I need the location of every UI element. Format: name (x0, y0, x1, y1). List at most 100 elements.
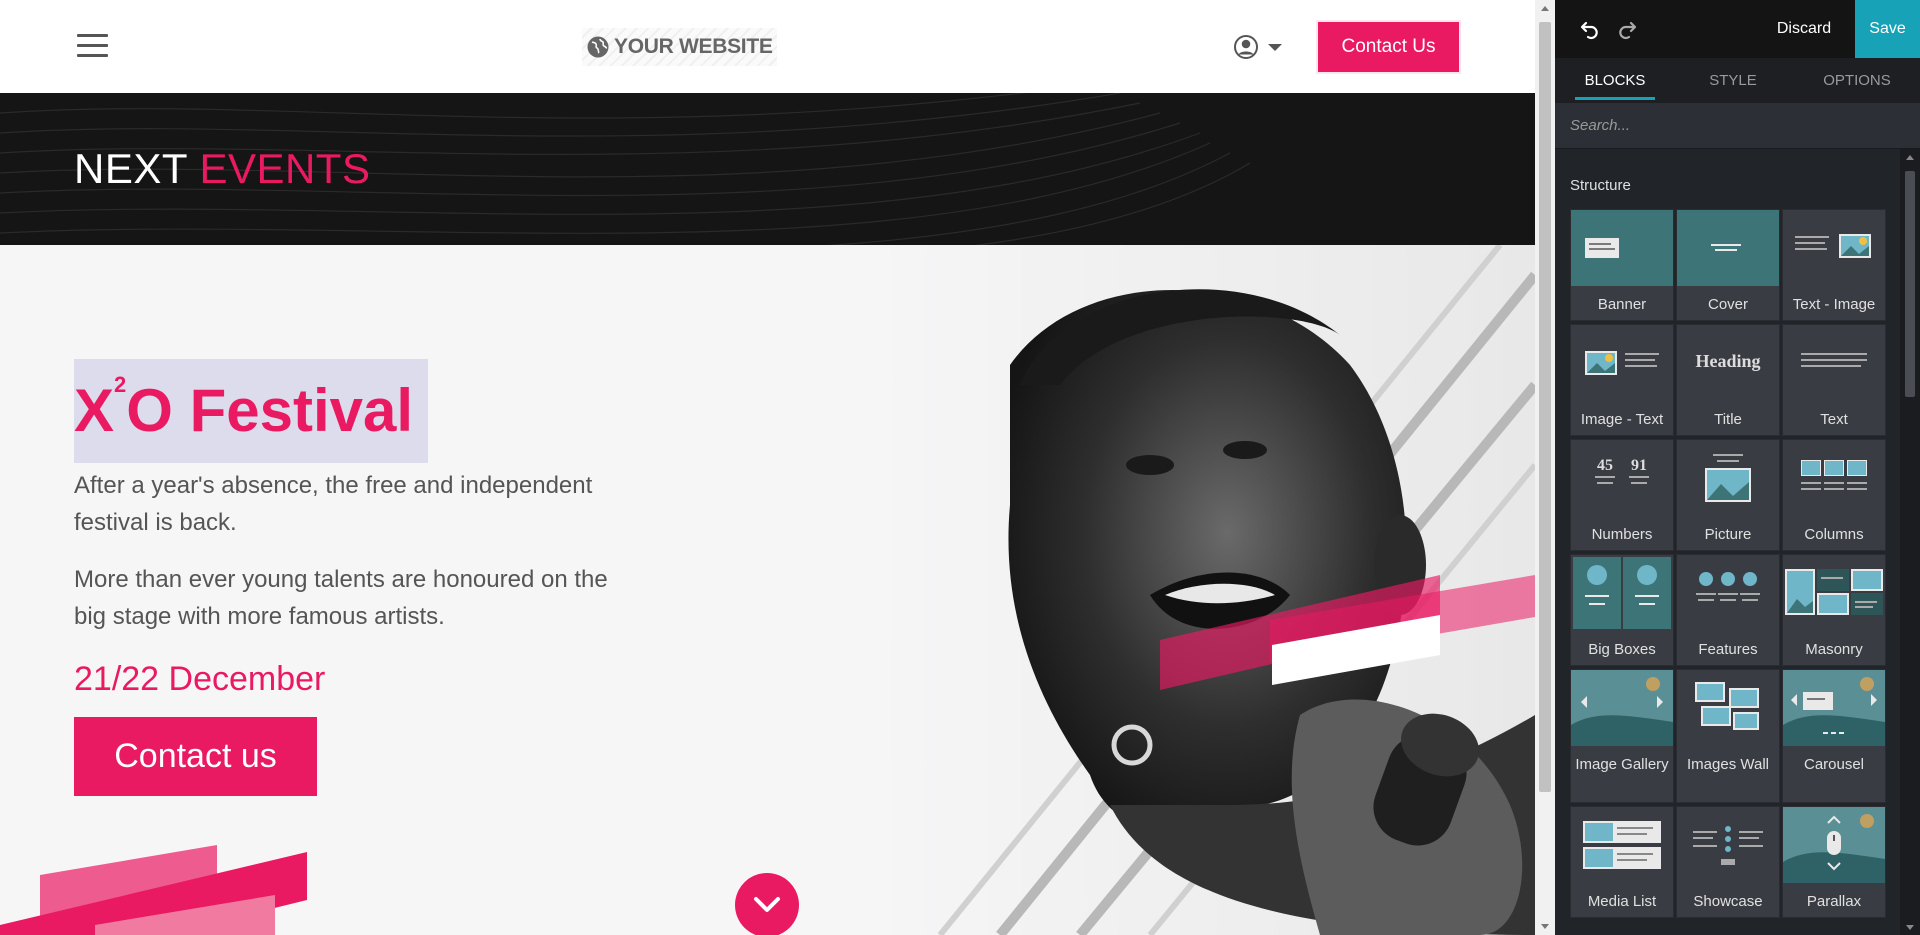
hero-paragraph-2: More than ever young talents are honoure… (74, 566, 608, 630)
text-image-icon (1783, 210, 1885, 286)
hero-title[interactable]: X2O Festival (74, 359, 428, 463)
website-scrollbar[interactable] (1535, 0, 1555, 935)
block-label: Images Wall (1687, 756, 1769, 773)
showcase-icon (1677, 807, 1779, 883)
title-thumb-text: Heading (1695, 351, 1760, 371)
scroll-up-arrow-icon[interactable] (1541, 6, 1549, 11)
hero-section: X2O Festival After a year's absence, the… (0, 245, 1535, 935)
block-label: Parallax (1806, 893, 1862, 910)
block-title[interactable]: Heading Title (1676, 324, 1780, 436)
columns-icon (1783, 440, 1885, 516)
block-parallax[interactable]: Parallax (1782, 806, 1886, 918)
block-label: Showcase (1693, 893, 1763, 910)
panel-scroll-up-icon[interactable] (1906, 155, 1914, 160)
save-button[interactable]: Save (1855, 0, 1920, 58)
panel-scrollbar[interactable] (1900, 149, 1920, 935)
features-icon (1677, 555, 1779, 631)
block-label: Numbers (1591, 526, 1653, 543)
image-gallery-icon (1571, 670, 1673, 746)
hero-paragraph-1: After a year's absence, the free and ind… (74, 472, 593, 536)
undo-icon[interactable] (1578, 17, 1602, 41)
block-image-gallery[interactable]: Image Gallery (1570, 669, 1674, 803)
chevron-down-icon (754, 897, 780, 912)
media-list-icon (1571, 807, 1673, 883)
block-label: Masonry (1805, 641, 1863, 658)
block-image-text[interactable]: Image - Text (1570, 324, 1674, 436)
numbers-thumb-1: 45 (1597, 457, 1613, 474)
events-title: NEXT EVENTS (74, 145, 370, 193)
banner-icon (1571, 210, 1673, 286)
block-images-wall[interactable]: Images Wall (1676, 669, 1780, 803)
events-title-white: NEXT (74, 145, 188, 192)
block-label: Carousel (1803, 756, 1865, 773)
text-icon (1783, 325, 1885, 401)
block-label: Image Gallery (1575, 756, 1669, 773)
block-label: Cover (1707, 296, 1748, 313)
image-text-icon (1571, 325, 1673, 401)
block-label: Title (1714, 411, 1742, 428)
picture-icon (1677, 440, 1779, 516)
block-search-input[interactable] (1555, 103, 1920, 148)
block-features[interactable]: Features (1676, 554, 1780, 666)
block-text[interactable]: Text (1782, 324, 1886, 436)
block-cover[interactable]: Cover (1676, 209, 1780, 321)
website-preview: YOUR WEBSITE Contact Us NEXT EVENTS X2O … (0, 0, 1535, 935)
block-text-image[interactable]: Text - Image (1782, 209, 1886, 321)
logo-text: YOUR WEBSITE (614, 35, 773, 58)
events-title-accent: EVENTS (199, 145, 371, 192)
block-label: Text - Image (1792, 296, 1876, 313)
block-masonry[interactable]: Masonry (1782, 554, 1886, 666)
block-big-boxes[interactable]: Big Boxes (1570, 554, 1674, 666)
block-banner[interactable]: Banner (1570, 209, 1674, 321)
user-menu[interactable] (1232, 33, 1282, 61)
editor-tabs: BLOCKS STYLE OPTIONS (1555, 58, 1920, 103)
carousel-icon (1783, 670, 1885, 746)
nav-contact-button[interactable]: Contact Us (1316, 20, 1461, 74)
scroll-down-button[interactable] (735, 873, 799, 935)
block-label: Columns (1804, 526, 1864, 543)
navbar: YOUR WEBSITE Contact Us (0, 0, 1535, 93)
block-media-list[interactable]: Media List (1570, 806, 1674, 918)
editor-panel: Discard Save BLOCKS STYLE OPTIONS Struct… (1555, 0, 1920, 935)
hero-date: 21/22 December (74, 660, 326, 698)
redo-icon[interactable] (1615, 17, 1639, 41)
block-label: Media List (1587, 893, 1657, 910)
numbers-thumb-2: 91 (1631, 457, 1647, 474)
block-carousel[interactable]: Carousel (1782, 669, 1886, 803)
block-label: Banner (1597, 296, 1647, 313)
block-label: Image - Text (1580, 411, 1664, 428)
masonry-icon (1783, 555, 1885, 631)
hero-title-suffix: O Festival (126, 377, 414, 444)
site-logo[interactable]: YOUR WEBSITE (582, 28, 777, 66)
scroll-down-arrow-icon[interactable] (1541, 924, 1549, 929)
hero-title-superscript: 2 (114, 372, 127, 397)
cover-icon (1677, 210, 1779, 286)
block-picture[interactable]: Picture (1676, 439, 1780, 551)
block-label: Text (1820, 411, 1848, 428)
numbers-icon: 45 91 (1571, 440, 1673, 516)
block-numbers[interactable]: 45 91 Numbers (1570, 439, 1674, 551)
title-icon: Heading (1677, 325, 1779, 401)
events-header-band: NEXT EVENTS (0, 93, 1535, 245)
panel-scroll-down-icon[interactable] (1906, 925, 1914, 930)
block-columns[interactable]: Columns (1782, 439, 1886, 551)
hero-contact-button[interactable]: Contact us (74, 717, 317, 796)
panel-scrollbar-thumb[interactable] (1905, 171, 1915, 397)
editor-topbar: Discard Save (1555, 0, 1920, 58)
images-wall-icon (1677, 670, 1779, 746)
section-title-structure: Structure (1570, 177, 1631, 194)
block-search (1555, 103, 1920, 149)
hero-title-prefix: X (74, 377, 115, 444)
block-label: Features (1698, 641, 1758, 658)
tab-options[interactable]: OPTIONS (1812, 58, 1902, 103)
tab-blocks[interactable]: BLOCKS (1575, 58, 1655, 103)
discard-button[interactable]: Discard (1769, 0, 1839, 58)
chevron-down-icon (1268, 43, 1282, 51)
website-scrollbar-thumb[interactable] (1539, 22, 1551, 792)
parallax-icon (1783, 807, 1885, 883)
tab-style[interactable]: STYLE (1693, 58, 1773, 103)
block-label: Big Boxes (1588, 641, 1656, 658)
big-boxes-icon (1571, 555, 1673, 631)
menu-toggle-icon[interactable] (77, 34, 108, 58)
block-showcase[interactable]: Showcase (1676, 806, 1780, 918)
